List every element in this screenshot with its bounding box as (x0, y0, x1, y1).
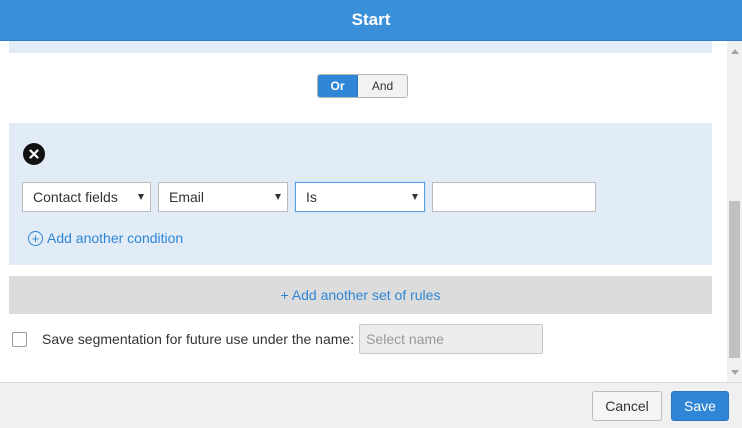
field-category-select[interactable]: Contact fields (22, 182, 151, 212)
caret-down-icon (275, 194, 281, 200)
vertical-scrollbar[interactable] (727, 41, 742, 382)
scroll-up-arrow-icon[interactable] (731, 49, 739, 54)
save-segmentation-label: Save segmentation for future use under t… (42, 331, 355, 347)
operator-value: Is (306, 189, 317, 205)
remove-ruleset-button[interactable] (23, 143, 45, 165)
ruleset: Contact fields Email Is + Add another co… (9, 123, 712, 265)
dialog-title: Start (351, 10, 391, 29)
condition-value-input[interactable] (432, 182, 596, 212)
cancel-button[interactable]: Cancel (592, 391, 662, 421)
scroll-down-arrow-icon[interactable] (731, 370, 739, 375)
dialog-footer: Cancel Save (0, 382, 742, 428)
add-ruleset-label: + Add another set of rules (280, 287, 441, 303)
plus-circle-icon: + (28, 230, 43, 246)
or-toggle-button[interactable]: Or (318, 75, 358, 97)
save-button[interactable]: Save (671, 391, 729, 421)
and-toggle-button[interactable]: And (358, 75, 407, 97)
caret-down-icon (412, 194, 418, 200)
add-ruleset-button[interactable]: + Add another set of rules (9, 276, 712, 314)
add-condition-label: Add another condition (47, 230, 184, 246)
dialog-titlebar: Start (0, 0, 742, 41)
save-segmentation-checkbox[interactable] (12, 331, 27, 347)
previous-ruleset (9, 41, 712, 53)
scrollbar-thumb[interactable] (729, 201, 740, 358)
add-condition-link[interactable]: + Add another condition (28, 228, 183, 248)
field-select[interactable]: Email (158, 182, 288, 212)
close-icon (29, 149, 39, 159)
operator-select[interactable]: Is (295, 182, 425, 212)
caret-down-icon (138, 194, 144, 200)
segmentation-name-placeholder: Select name (366, 331, 444, 347)
logic-toggle: Or And (317, 74, 408, 98)
field-category-value: Contact fields (33, 189, 118, 205)
dialog-content: Or And Contact fields Email Is + Add ano… (0, 41, 742, 382)
save-segmentation-row: Save segmentation for future use under t… (12, 324, 544, 354)
segmentation-name-input[interactable]: Select name (359, 324, 544, 354)
segmentation-dialog: Start Or And Contact fields Email Is + A… (0, 0, 742, 428)
field-value: Email (169, 189, 205, 205)
